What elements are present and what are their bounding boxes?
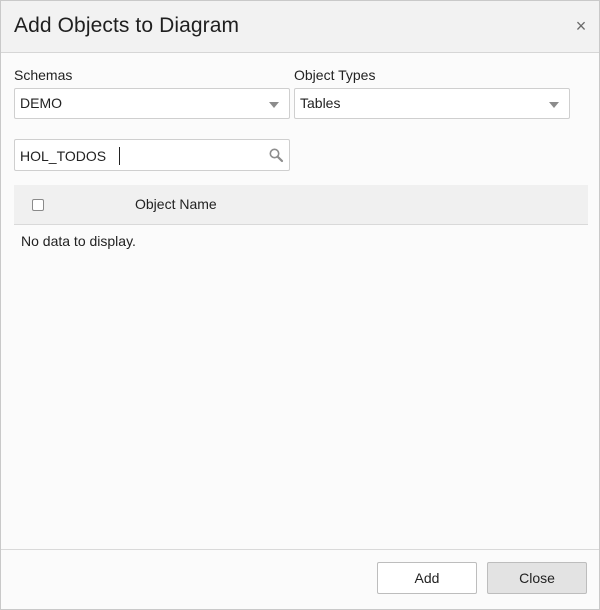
chevron-down-icon — [269, 102, 279, 108]
grid-header: Object Name — [14, 185, 588, 225]
dialog-titlebar: Add Objects to Diagram × — [1, 1, 599, 53]
objects-grid: Object Name No data to display. — [14, 185, 588, 549]
search-field[interactable] — [14, 139, 290, 171]
dialog-title: Add Objects to Diagram — [14, 14, 240, 37]
add-objects-dialog: Add Objects to Diagram × Schemas DEMO Ob… — [0, 0, 600, 610]
schemas-select[interactable]: DEMO — [14, 88, 290, 119]
empty-message: No data to display. — [21, 233, 136, 249]
column-header-object-name[interactable]: Object Name — [135, 196, 217, 212]
object-types-label: Object Types — [294, 67, 376, 83]
dialog-footer: Add Close — [1, 549, 599, 609]
schemas-label: Schemas — [14, 67, 73, 83]
close-icon[interactable]: × — [573, 17, 589, 35]
search-input[interactable] — [20, 146, 260, 166]
add-button[interactable]: Add — [377, 562, 477, 594]
object-types-select-value: Tables — [300, 95, 341, 111]
search-icon[interactable] — [268, 147, 284, 163]
text-cursor — [119, 147, 120, 165]
close-button[interactable]: Close — [487, 562, 587, 594]
schemas-select-value: DEMO — [20, 95, 62, 111]
select-all-checkbox[interactable] — [32, 199, 44, 211]
chevron-down-icon — [549, 102, 559, 108]
object-types-select[interactable]: Tables — [294, 88, 570, 119]
